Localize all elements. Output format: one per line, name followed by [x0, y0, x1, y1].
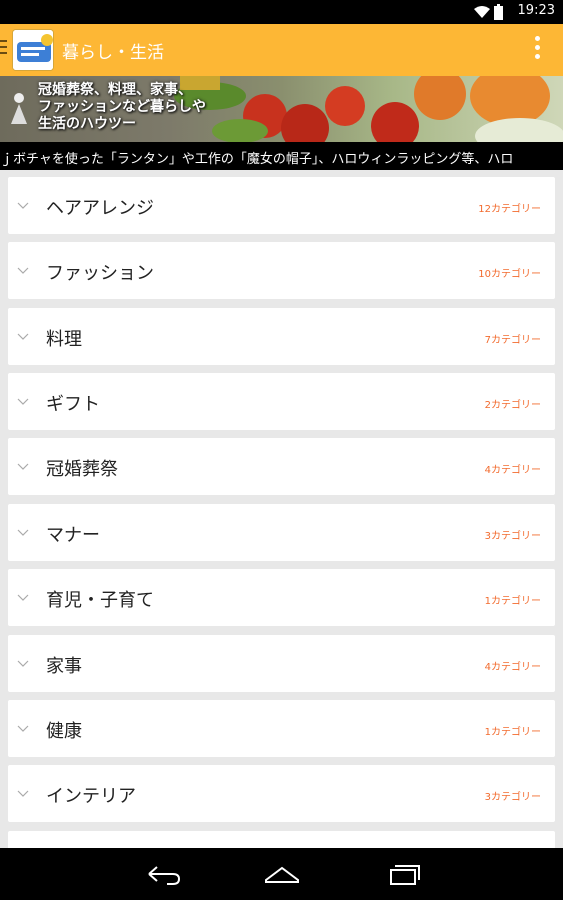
category-label: 料理: [46, 329, 82, 350]
category-count: 7カテゴリー: [484, 335, 541, 346]
drawer-icon[interactable]: [0, 40, 8, 60]
ticker-text: ｊボチャを使った「ランタン」や工作の「魔女の帽子」、ハロウィンラッピング等、ハロ: [0, 152, 514, 167]
list-item[interactable]: ギフト 2カテゴリー: [8, 373, 555, 430]
status-time: 19:23: [517, 3, 555, 18]
chevron-down-icon: [17, 660, 29, 667]
news-ticker[interactable]: ｊボチャを使った「ランタン」や工作の「魔女の帽子」、ハロウィンラッピング等、ハロ: [0, 142, 563, 170]
list-item[interactable]: マナー 3カテゴリー: [8, 504, 555, 561]
page-title: 暮らし・生活: [62, 43, 164, 63]
list-item[interactable]: ファッション 10カテゴリー: [8, 242, 555, 299]
app-bar: 暮らし・生活: [0, 24, 563, 76]
chevron-down-icon: [17, 594, 29, 601]
category-label: マナー: [46, 525, 100, 546]
list-item[interactable]: 冠婚葬祭 4カテゴリー: [8, 438, 555, 495]
category-count: 3カテゴリー: [484, 792, 541, 803]
category-count: 12カテゴリー: [478, 204, 541, 215]
category-count: 10カテゴリー: [478, 269, 541, 280]
chevron-down-icon: [17, 202, 29, 209]
status-bar: 19:23: [0, 0, 563, 24]
list-item[interactable]: 家事 4カテゴリー: [8, 635, 555, 692]
list-item[interactable]: インテリア 3カテゴリー: [8, 765, 555, 822]
home-icon[interactable]: [262, 862, 302, 886]
category-label: ギフト: [46, 394, 100, 415]
list-item[interactable]: ヘアアレンジ 12カテゴリー: [8, 177, 555, 234]
category-count: 1カテゴリー: [484, 596, 541, 607]
chevron-down-icon: [17, 398, 29, 405]
overflow-menu-icon[interactable]: [533, 36, 541, 64]
category-count: 4カテゴリー: [484, 465, 541, 476]
category-banner: 冠婚葬祭、料理、家事、 ファッションなど暮らしや 生活のハウツー: [0, 76, 563, 142]
category-count: 4カテゴリー: [484, 662, 541, 673]
chevron-down-icon: [17, 463, 29, 470]
category-label: 家事: [46, 656, 82, 677]
list-item[interactable]: 健康 1カテゴリー: [8, 700, 555, 757]
chevron-down-icon: [17, 529, 29, 536]
category-label: 健康: [46, 721, 82, 742]
status-icons: [474, 4, 503, 20]
wifi-icon: [474, 6, 490, 18]
chevron-down-icon: [17, 333, 29, 340]
category-label: ヘアアレンジ: [46, 198, 154, 219]
chevron-down-icon: [17, 267, 29, 274]
chevron-down-icon: [17, 790, 29, 797]
banner-figure-icon: [11, 93, 27, 124]
banner-text: 冠婚葬祭、料理、家事、 ファッションなど暮らしや 生活のハウツー: [38, 82, 206, 132]
chevron-down-icon: [17, 725, 29, 732]
category-count: 2カテゴリー: [484, 400, 541, 411]
category-label: ファッション: [46, 263, 154, 284]
category-label: インテリア: [46, 786, 136, 807]
category-label: 冠婚葬祭: [46, 459, 118, 480]
back-icon[interactable]: [143, 862, 183, 886]
system-nav-bar: [0, 848, 563, 900]
list-item[interactable]: 育児・子育て 1カテゴリー: [8, 569, 555, 626]
recents-icon[interactable]: [382, 862, 422, 886]
category-label: 育児・子育て: [46, 590, 154, 611]
app-logo[interactable]: [12, 29, 54, 71]
list-item[interactable]: 料理 7カテゴリー: [8, 308, 555, 365]
battery-icon: [494, 4, 503, 20]
category-count: 3カテゴリー: [484, 531, 541, 542]
category-count: 1カテゴリー: [484, 727, 541, 738]
